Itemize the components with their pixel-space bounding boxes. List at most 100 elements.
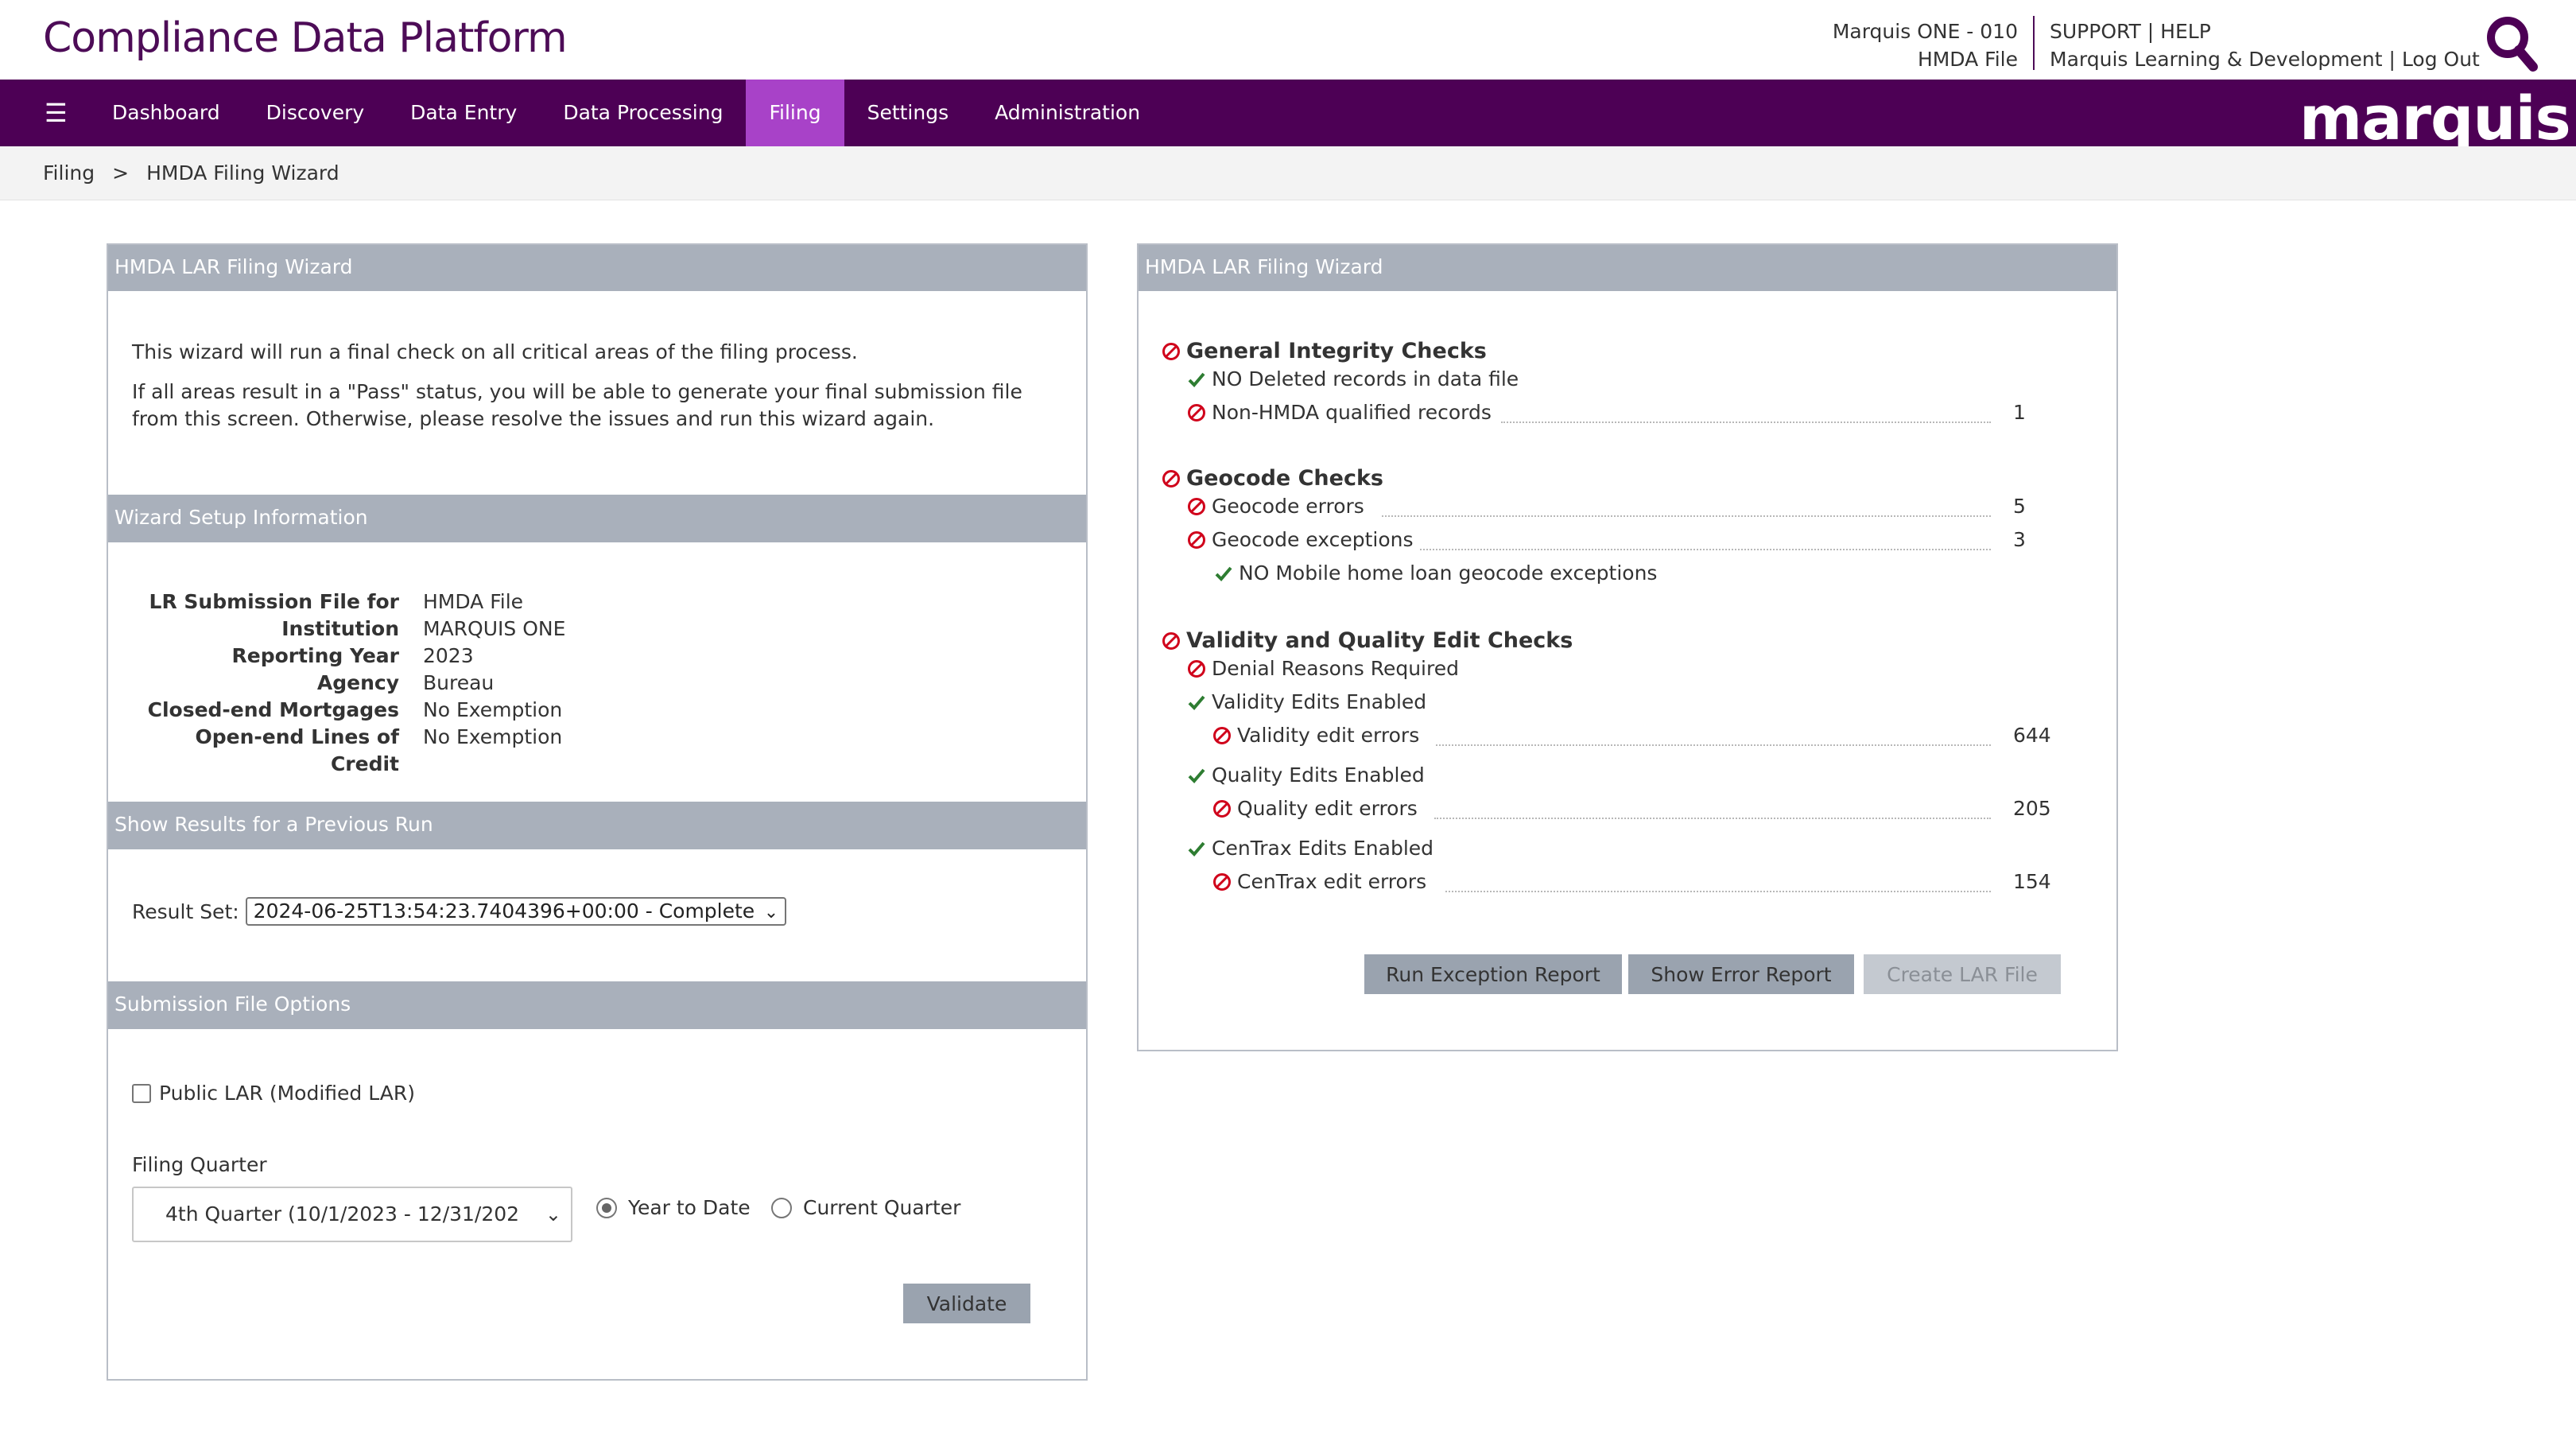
radio-current-quarter[interactable]: Current Quarter: [771, 1196, 960, 1219]
radio-current-label: Current Quarter: [803, 1196, 961, 1219]
fail-icon: [1188, 403, 1205, 421]
previous-run-header: Show Results for a Previous Run: [108, 802, 1086, 849]
public-lar-row[interactable]: Public LAR (Modified LAR): [132, 1082, 415, 1105]
run-exception-report-button[interactable]: Run Exception Report: [1364, 954, 1622, 994]
geocode-errors-check: Geocode errors: [1186, 495, 1364, 518]
result-set-row: Result Set: 2024-06-25T13:54:23.7404396+…: [132, 897, 787, 926]
check-icon: [1188, 841, 1205, 857]
fail-icon: [1162, 469, 1180, 488]
radio-ytd-button[interactable]: [596, 1197, 617, 1218]
setup-value: HMDA File: [423, 590, 524, 613]
panel-title: HMDA LAR Filing Wizard: [108, 245, 1086, 291]
fail-icon: [1162, 631, 1180, 650]
nav-data-processing[interactable]: Data Processing: [540, 80, 746, 146]
check-icon: [1188, 768, 1205, 783]
fail-icon: [1213, 872, 1231, 891]
nav-items: Dashboard Discovery Data Entry Data Proc…: [89, 80, 1163, 146]
geocode-exceptions-check: Geocode exceptions: [1186, 528, 1414, 551]
quality-errors-text: Quality edit errors: [1237, 797, 1418, 820]
quality-errors-count: 205: [2013, 797, 2051, 820]
filing-quarter-label: Filing Quarter: [132, 1153, 267, 1176]
check-icon: [1188, 695, 1205, 710]
marquis-logo: marquis: [2299, 83, 2571, 153]
filing-quarter-select[interactable]: 4th Quarter (10/1/2023 - 12/31/202 ⌄: [132, 1187, 572, 1242]
non-hmda-count: 1: [2013, 401, 2026, 424]
setup-label: Reporting Year: [231, 644, 400, 667]
header-links: SUPPORT | HELP Marquis Learning & Develo…: [2050, 17, 2480, 73]
pipe-sep: |: [2147, 20, 2155, 43]
panel-title-right: HMDA LAR Filing Wizard: [1139, 245, 2116, 291]
dot-leader: [1382, 515, 1991, 517]
help-link[interactable]: HELP: [2160, 20, 2211, 43]
fail-icon: [1188, 530, 1205, 549]
denial-reasons-check: Denial Reasons Required: [1186, 657, 1459, 680]
centrax-enabled-check: CenTrax Edits Enabled: [1186, 837, 1433, 860]
setup-label: Agency: [316, 671, 399, 694]
result-set-label: Result Set:: [132, 899, 239, 923]
validity-title-text: Validity and Quality Edit Checks: [1186, 628, 1573, 653]
geocode-title-text: Geocode Checks: [1186, 466, 1383, 491]
validity-enabled-check: Validity Edits Enabled: [1186, 690, 1426, 713]
geocode-checks-title: Geocode Checks: [1161, 466, 1383, 491]
setup-value: No Exemption: [423, 725, 563, 748]
account-info: Marquis ONE - 010 HMDA File: [1833, 17, 2018, 73]
validity-errors-text: Validity edit errors: [1237, 724, 1420, 747]
show-error-report-button[interactable]: Show Error Report: [1628, 954, 1854, 994]
setup-value: Bureau: [423, 671, 495, 694]
dot-leader: [1445, 891, 1991, 892]
nav-administration[interactable]: Administration: [972, 80, 1163, 146]
geocode-errors-count: 5: [2013, 495, 2026, 518]
setup-label: Open-end Lines of Credit: [195, 725, 399, 775]
setup-section-header: Wizard Setup Information: [108, 495, 1086, 542]
setup-value: 2023: [423, 644, 474, 667]
deleted-records-check: NO Deleted records in data file: [1186, 367, 1519, 390]
public-lar-checkbox[interactable]: [132, 1083, 151, 1103]
dot-leader: [1434, 818, 1991, 819]
setup-label: Institution: [281, 617, 399, 640]
validity-errors-check: Validity edit errors: [1212, 724, 1419, 747]
org-link[interactable]: Marquis Learning & Development: [2050, 48, 2383, 71]
public-lar-label: Public LAR (Modified LAR): [159, 1082, 415, 1105]
wizard-panel-left: HMDA LAR Filing Wizard This wizard will …: [107, 243, 1088, 1381]
setup-value: No Exemption: [423, 698, 563, 721]
setup-label: LR Submission File for: [149, 590, 399, 613]
validity-errors-count: 644: [2013, 724, 2051, 747]
mobile-home-check: NO Mobile home loan geocode exceptions: [1213, 561, 1657, 585]
fail-icon: [1188, 659, 1205, 678]
nav-data-entry[interactable]: Data Entry: [387, 80, 540, 146]
menu-icon[interactable]: ☰: [45, 97, 76, 129]
denial-reasons-text: Denial Reasons Required: [1212, 657, 1459, 680]
dot-leader: [1436, 744, 1991, 746]
fail-icon: [1213, 799, 1231, 818]
centrax-errors-check: CenTrax edit errors: [1212, 870, 1426, 893]
breadcrumb-filing[interactable]: Filing: [43, 161, 95, 185]
check-icon: [1215, 566, 1232, 581]
result-set-select[interactable]: 2024-06-25T13:54:23.7404396+00:00 - Comp…: [245, 897, 787, 926]
nav-discovery[interactable]: Discovery: [243, 80, 388, 146]
radio-year-to-date[interactable]: Year to Date: [596, 1196, 751, 1219]
nav-filing[interactable]: Filing: [746, 80, 844, 146]
dot-leader: [1501, 421, 1991, 423]
non-hmda-check: Non-HMDA qualified records: [1186, 401, 1492, 424]
radio-current-button[interactable]: [771, 1197, 792, 1218]
validate-button[interactable]: Validate: [903, 1284, 1030, 1323]
support-link[interactable]: SUPPORT: [2050, 20, 2141, 43]
validity-enabled-text: Validity Edits Enabled: [1212, 690, 1427, 713]
check-icon: [1188, 372, 1205, 387]
create-lar-file-button[interactable]: Create LAR File: [1864, 954, 2061, 994]
search-icon[interactable]: [2484, 14, 2539, 73]
logout-link[interactable]: Log Out: [2402, 48, 2480, 71]
app-title: Compliance Data Platform: [43, 14, 568, 62]
account-file: HMDA File: [1917, 48, 2018, 71]
validity-checks-title: Validity and Quality Edit Checks: [1161, 628, 1573, 653]
nav-dashboard[interactable]: Dashboard: [89, 80, 243, 146]
chevron-down-icon: ⌄: [545, 1203, 561, 1226]
geocode-exceptions-text: Geocode exceptions: [1212, 528, 1414, 551]
submission-options-header: Submission File Options: [108, 981, 1086, 1029]
account-name: Marquis ONE - 010: [1832, 20, 2018, 43]
nav-settings[interactable]: Settings: [844, 80, 972, 146]
intro-line-1: This wizard will run a final check on al…: [132, 340, 858, 363]
fail-icon: [1162, 342, 1180, 360]
breadcrumb-separator: >: [112, 161, 130, 185]
dot-leader: [1420, 549, 1991, 550]
